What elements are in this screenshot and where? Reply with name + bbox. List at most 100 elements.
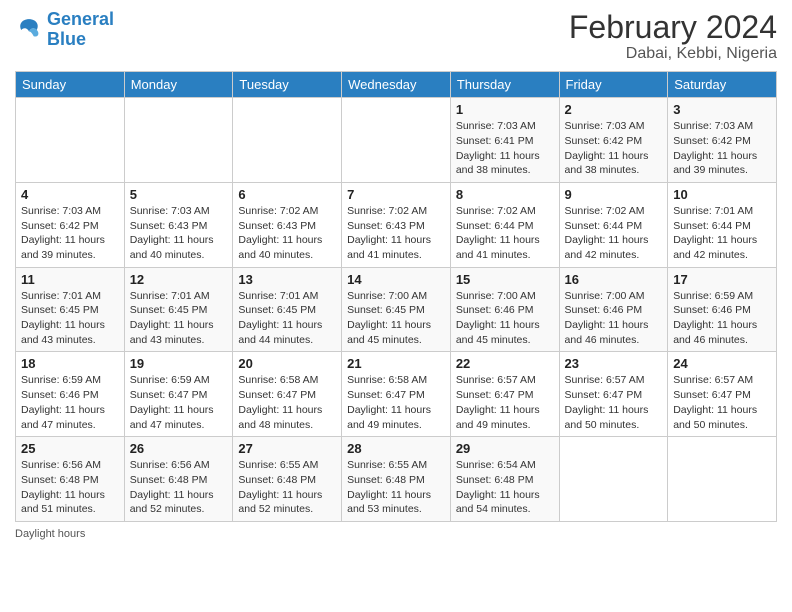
day-info: Sunrise: 6:56 AMSunset: 6:48 PMDaylight:… xyxy=(130,458,228,517)
column-header-tuesday: Tuesday xyxy=(233,72,342,98)
day-number: 18 xyxy=(21,356,119,371)
column-header-monday: Monday xyxy=(124,72,233,98)
day-number: 12 xyxy=(130,272,228,287)
day-number: 5 xyxy=(130,187,228,202)
calendar-cell: 29 Sunrise: 6:54 AMSunset: 6:48 PMDayligh… xyxy=(450,437,559,522)
calendar-cell: 14Sunrise: 7:00 AMSunset: 6:45 PMDayligh… xyxy=(342,267,451,352)
day-info: Sunrise: 7:01 AMSunset: 6:45 PMDaylight:… xyxy=(238,289,336,348)
day-info: Sunrise: 6:58 AMSunset: 6:47 PMDaylight:… xyxy=(347,373,445,432)
column-header-thursday: Thursday xyxy=(450,72,559,98)
day-number: 3 xyxy=(673,102,771,117)
day-number: 24 xyxy=(673,356,771,371)
day-info: Sunrise: 7:01 AMSunset: 6:45 PMDaylight:… xyxy=(130,289,228,348)
page: General Blue February 2024 Dabai, Kebbi,… xyxy=(0,0,792,612)
day-number: 2 xyxy=(565,102,663,117)
calendar-cell: 21 Sunrise: 6:58 AMSunset: 6:47 PMDayligh… xyxy=(342,352,451,437)
day-number: 13 xyxy=(238,272,336,287)
day-info: Sunrise: 7:01 AMSunset: 6:45 PMDaylight:… xyxy=(21,289,119,348)
calendar-week-row: 4 Sunrise: 7:03 AMSunset: 6:42 PMDaylight… xyxy=(16,182,777,267)
day-info: Sunrise: 7:02 AMSunset: 6:43 PMDaylight:… xyxy=(347,204,445,263)
footer: Daylight hours xyxy=(15,528,777,540)
day-number: 28 xyxy=(347,441,445,456)
day-info: Sunrise: 6:55 AMSunset: 6:48 PMDaylight:… xyxy=(347,458,445,517)
day-number: 10 xyxy=(673,187,771,202)
calendar-header-row: SundayMondayTuesdayWednesdayThursdayFrid… xyxy=(16,72,777,98)
logo: General Blue xyxy=(15,10,114,50)
calendar-cell: 19 Sunrise: 6:59 AMSunset: 6:47 PMDayligh… xyxy=(124,352,233,437)
calendar-cell: 11 Sunrise: 7:01 AMSunset: 6:45 PMDayligh… xyxy=(16,267,125,352)
day-info: Sunrise: 7:03 AMSunset: 6:43 PMDaylight:… xyxy=(130,204,228,263)
calendar-cell: 6Sunrise: 7:02 AMSunset: 6:43 PMDaylight… xyxy=(233,182,342,267)
day-info: Sunrise: 6:56 AMSunset: 6:48 PMDaylight:… xyxy=(21,458,119,517)
calendar-cell: 9Sunrise: 7:02 AMSunset: 6:44 PMDaylight… xyxy=(559,182,668,267)
day-number: 20 xyxy=(238,356,336,371)
calendar-week-row: 18 Sunrise: 6:59 AMSunset: 6:46 PMDayligh… xyxy=(16,352,777,437)
day-number: 11 xyxy=(21,272,119,287)
calendar: SundayMondayTuesdayWednesdayThursdayFrid… xyxy=(15,71,777,522)
day-number: 4 xyxy=(21,187,119,202)
calendar-cell: 27 Sunrise: 6:55 AMSunset: 6:48 PMDayligh… xyxy=(233,437,342,522)
day-info: Sunrise: 7:02 AMSunset: 6:44 PMDaylight:… xyxy=(456,204,554,263)
day-info: Sunrise: 7:00 AMSunset: 6:46 PMDaylight:… xyxy=(456,289,554,348)
calendar-cell: 23Sunrise: 6:57 AMSunset: 6:47 PMDayligh… xyxy=(559,352,668,437)
day-info: Sunrise: 7:02 AMSunset: 6:43 PMDaylight:… xyxy=(238,204,336,263)
day-info: Sunrise: 6:59 AMSunset: 6:46 PMDaylight:… xyxy=(673,289,771,348)
day-info: Sunrise: 7:03 AMSunset: 6:41 PMDaylight:… xyxy=(456,119,554,178)
day-number: 27 xyxy=(238,441,336,456)
day-number: 16 xyxy=(565,272,663,287)
column-header-sunday: Sunday xyxy=(16,72,125,98)
calendar-cell: 25 Sunrise: 6:56 AMSunset: 6:48 PMDayligh… xyxy=(16,437,125,522)
calendar-cell: 4 Sunrise: 7:03 AMSunset: 6:42 PMDaylight… xyxy=(16,182,125,267)
day-number: 26 xyxy=(130,441,228,456)
day-info: Sunrise: 7:03 AMSunset: 6:42 PMDaylight:… xyxy=(673,119,771,178)
daylight-label: Daylight hours xyxy=(15,528,85,540)
day-info: Sunrise: 6:57 AMSunset: 6:47 PMDaylight:… xyxy=(456,373,554,432)
day-number: 15 xyxy=(456,272,554,287)
day-number: 7 xyxy=(347,187,445,202)
day-info: Sunrise: 6:54 AMSunset: 6:48 PMDaylight:… xyxy=(456,458,554,517)
calendar-cell: 15 Sunrise: 7:00 AMSunset: 6:46 PMDayligh… xyxy=(450,267,559,352)
day-info: Sunrise: 7:00 AMSunset: 6:46 PMDaylight:… xyxy=(565,289,663,348)
day-number: 23 xyxy=(565,356,663,371)
day-number: 19 xyxy=(130,356,228,371)
day-number: 22 xyxy=(456,356,554,371)
calendar-week-row: 25 Sunrise: 6:56 AMSunset: 6:48 PMDayligh… xyxy=(16,437,777,522)
header: General Blue February 2024 Dabai, Kebbi,… xyxy=(15,10,777,63)
day-info: Sunrise: 7:01 AMSunset: 6:44 PMDaylight:… xyxy=(673,204,771,263)
calendar-cell: 10 Sunrise: 7:01 AMSunset: 6:44 PMDayligh… xyxy=(668,182,777,267)
day-number: 25 xyxy=(21,441,119,456)
day-info: Sunrise: 6:59 AMSunset: 6:46 PMDaylight:… xyxy=(21,373,119,432)
calendar-cell: 16 Sunrise: 7:00 AMSunset: 6:46 PMDayligh… xyxy=(559,267,668,352)
calendar-cell: 1 Sunrise: 7:03 AMSunset: 6:41 PMDaylight… xyxy=(450,98,559,183)
day-number: 1 xyxy=(456,102,554,117)
day-info: Sunrise: 7:03 AMSunset: 6:42 PMDaylight:… xyxy=(565,119,663,178)
calendar-cell: 13 Sunrise: 7:01 AMSunset: 6:45 PMDayligh… xyxy=(233,267,342,352)
month-title: February 2024 xyxy=(569,10,777,45)
day-number: 14 xyxy=(347,272,445,287)
calendar-cell xyxy=(668,437,777,522)
day-number: 9 xyxy=(565,187,663,202)
logo-bird-icon xyxy=(15,16,43,44)
day-info: Sunrise: 7:03 AMSunset: 6:42 PMDaylight:… xyxy=(21,204,119,263)
calendar-cell: 18 Sunrise: 6:59 AMSunset: 6:46 PMDayligh… xyxy=(16,352,125,437)
calendar-cell: 2 Sunrise: 7:03 AMSunset: 6:42 PMDaylight… xyxy=(559,98,668,183)
day-info: Sunrise: 6:55 AMSunset: 6:48 PMDaylight:… xyxy=(238,458,336,517)
calendar-week-row: 1 Sunrise: 7:03 AMSunset: 6:41 PMDaylight… xyxy=(16,98,777,183)
column-header-wednesday: Wednesday xyxy=(342,72,451,98)
day-info: Sunrise: 6:58 AMSunset: 6:47 PMDaylight:… xyxy=(238,373,336,432)
calendar-cell: 8Sunrise: 7:02 AMSunset: 6:44 PMDaylight… xyxy=(450,182,559,267)
day-number: 21 xyxy=(347,356,445,371)
column-header-friday: Friday xyxy=(559,72,668,98)
calendar-cell: 7 Sunrise: 7:02 AMSunset: 6:43 PMDaylight… xyxy=(342,182,451,267)
day-number: 29 xyxy=(456,441,554,456)
calendar-cell: 26 Sunrise: 6:56 AMSunset: 6:48 PMDayligh… xyxy=(124,437,233,522)
calendar-cell xyxy=(16,98,125,183)
calendar-cell xyxy=(342,98,451,183)
calendar-cell: 28 Sunrise: 6:55 AMSunset: 6:48 PMDayligh… xyxy=(342,437,451,522)
calendar-cell xyxy=(233,98,342,183)
calendar-cell: 20 Sunrise: 6:58 AMSunset: 6:47 PMDayligh… xyxy=(233,352,342,437)
calendar-cell: 3 Sunrise: 7:03 AMSunset: 6:42 PMDaylight… xyxy=(668,98,777,183)
day-info: Sunrise: 6:59 AMSunset: 6:47 PMDaylight:… xyxy=(130,373,228,432)
calendar-cell: 22 Sunrise: 6:57 AMSunset: 6:47 PMDayligh… xyxy=(450,352,559,437)
title-area: February 2024 Dabai, Kebbi, Nigeria xyxy=(569,10,777,63)
